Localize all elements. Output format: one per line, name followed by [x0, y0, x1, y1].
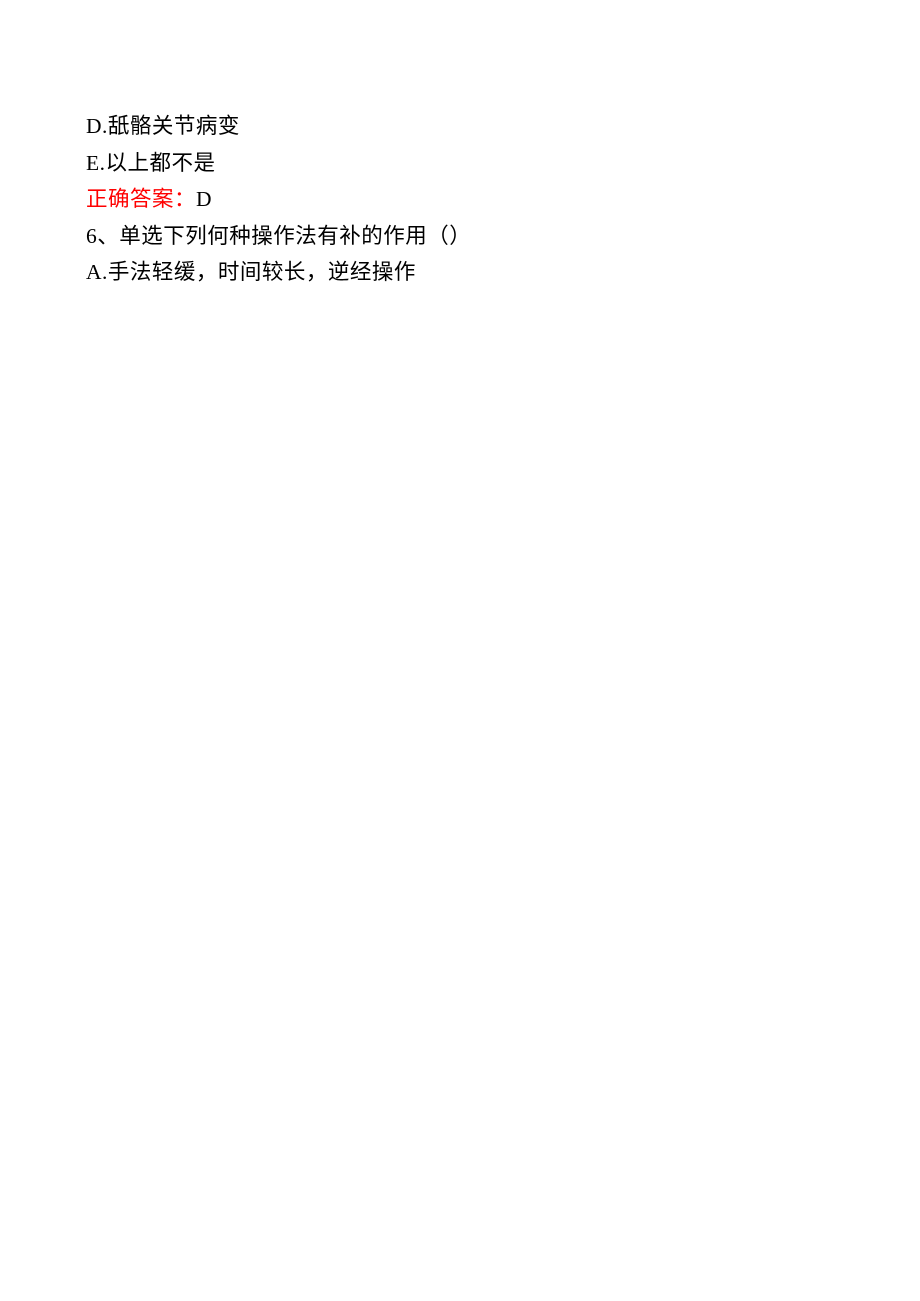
answer-label: 正确答案： [86, 187, 196, 211]
option-d: D.舐骼关节病变 [86, 108, 834, 145]
option-e: E.以上都不是 [86, 145, 834, 182]
answer-line: 正确答案：D [86, 181, 834, 218]
question-6-option-a: A.手法轻缓，时间较长，逆经操作 [86, 254, 834, 291]
answer-value: D [196, 187, 212, 211]
question-6: 6、单选下列何种操作法有补的作用（） [86, 218, 834, 255]
document-page: D.舐骼关节病变 E.以上都不是 正确答案：D 6、单选下列何种操作法有补的作用… [0, 0, 920, 291]
